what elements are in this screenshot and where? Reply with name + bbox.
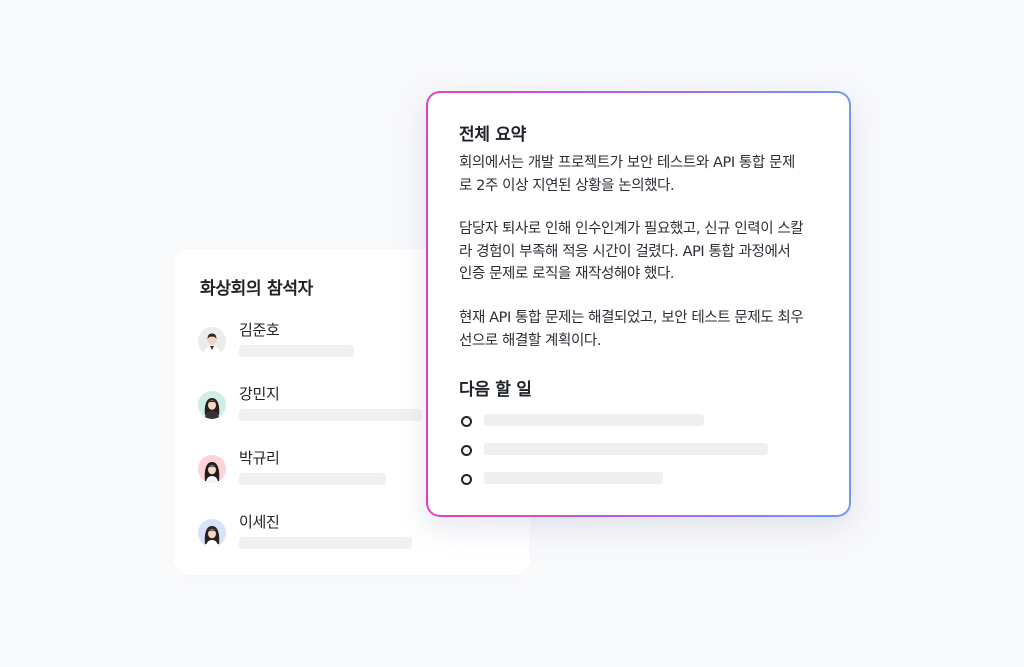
summary-title: 전체 요약 [459, 125, 526, 145]
participant-name: 이세진 [239, 513, 280, 531]
todo-item [461, 472, 791, 486]
woman-avatar-icon [198, 519, 226, 547]
participant-placeholder-bar [239, 473, 386, 485]
summary-card: 전체 요약 회의에서는 개발 프로젝트가 보안 테스트와 API 통합 문제로 … [428, 93, 849, 515]
todo-placeholder-bar [484, 443, 768, 455]
next-steps-title: 다음 할 일 [459, 380, 532, 400]
summary-paragraph: 현재 API 통합 문제는 해결되었고, 보안 테스트 문제도 최우선으로 해결… [459, 310, 804, 349]
participant-item[interactable]: 이세진 [198, 511, 518, 551]
summary-paragraph: 회의에서는 개발 프로젝트가 보안 테스트와 API 통합 문제로 2주 이상 … [459, 155, 795, 194]
participant-name: 강민지 [239, 385, 280, 403]
summary-paragraph: 담당자 퇴사로 인해 인수인계가 필요했고, 신규 인력이 스칼라 경험이 부족… [459, 221, 804, 282]
circle-bullet-icon [461, 474, 472, 485]
woman-avatar-icon [198, 455, 226, 483]
participants-title: 화상회의 참석자 [200, 279, 313, 299]
todo-placeholder-bar [484, 472, 663, 484]
todo-item [461, 443, 791, 457]
woman-avatar-icon [198, 391, 226, 419]
man-avatar-icon [198, 327, 226, 355]
participant-placeholder-bar [239, 409, 422, 421]
participant-placeholder-bar [239, 537, 412, 549]
todo-placeholder-bar [484, 414, 704, 426]
circle-bullet-icon [461, 416, 472, 427]
participant-name: 김준호 [239, 321, 280, 339]
circle-bullet-icon [461, 445, 472, 456]
summary-card-border: 전체 요약 회의에서는 개발 프로젝트가 보안 테스트와 API 통합 문제로 … [426, 91, 851, 517]
todo-item [461, 414, 791, 428]
participant-name: 박규리 [239, 449, 280, 467]
participant-placeholder-bar [239, 345, 354, 357]
